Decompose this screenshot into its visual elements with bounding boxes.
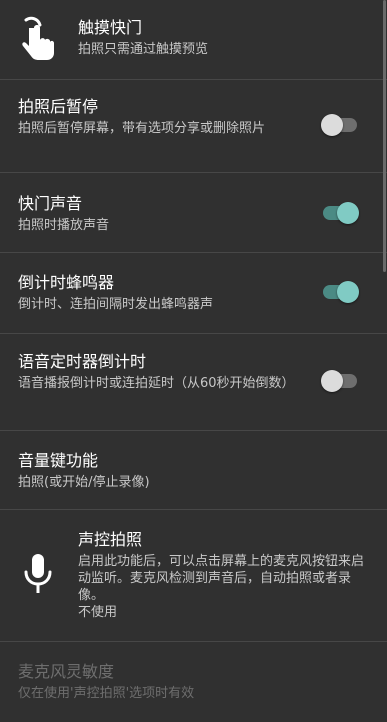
setting-pause-after-capture[interactable]: 拍照后暂停 拍照后暂停屏幕，带有选项分享或删除照片 bbox=[0, 80, 387, 173]
toggle-thumb bbox=[337, 202, 359, 224]
setting-touch-shutter[interactable]: 触摸快门 拍照只需通过触摸预览 bbox=[0, 0, 387, 80]
settings-list: 触摸快门 拍照只需通过触摸预览 拍照后暂停 拍照后暂停屏幕，带有选项分享或删除照… bbox=[0, 0, 387, 722]
setting-title: 语音定时器倒计时 bbox=[18, 352, 147, 371]
setting-countdown-beep[interactable]: 倒计时蜂鸣器 倒计时、连拍间隔时发出蜂鸣器声 bbox=[0, 253, 387, 334]
setting-title: 快门声音 bbox=[18, 194, 83, 213]
touch-hand-icon bbox=[18, 16, 62, 60]
setting-summary: 启用此功能后，可以点击屏幕上的麦克风按钮来启动监听。麦克风检测到声音后，自动拍照… bbox=[78, 554, 365, 603]
setting-summary: 拍照只需通过触摸预览 bbox=[78, 42, 209, 57]
setting-title: 倒计时蜂鸣器 bbox=[18, 273, 115, 292]
setting-title: 麦克风灵敏度 bbox=[18, 662, 115, 681]
setting-summary: 语音播报倒计时或连拍延时（从60秒开始倒数） bbox=[18, 376, 295, 391]
setting-title: 拍照后暂停 bbox=[18, 97, 99, 116]
microphone-icon bbox=[18, 552, 62, 596]
setting-mic-sensitivity: 麦克风灵敏度 仅在使用'声控拍照'选项时有效 bbox=[0, 642, 387, 722]
toggle-thumb bbox=[321, 370, 343, 392]
toggle-thumb bbox=[321, 114, 343, 136]
pause-after-capture-toggle[interactable] bbox=[321, 113, 359, 137]
setting-summary: 拍照后暂停屏幕，带有选项分享或删除照片 bbox=[18, 121, 266, 136]
setting-shutter-sound[interactable]: 快门声音 拍照时播放声音 bbox=[0, 173, 387, 253]
voice-countdown-toggle[interactable] bbox=[321, 369, 359, 393]
toggle-thumb bbox=[337, 281, 359, 303]
setting-summary: 拍照时播放声音 bbox=[18, 218, 110, 233]
setting-title: 音量键功能 bbox=[18, 451, 99, 470]
countdown-beep-toggle[interactable] bbox=[321, 280, 359, 304]
shutter-sound-toggle[interactable] bbox=[321, 201, 359, 225]
setting-summary: 拍照(或开始/停止录像) bbox=[18, 475, 150, 490]
setting-voice-countdown[interactable]: 语音定时器倒计时 语音播报倒计时或连拍延时（从60秒开始倒数） bbox=[0, 334, 387, 431]
scrollbar[interactable] bbox=[383, 0, 386, 272]
setting-value: 不使用 bbox=[78, 605, 118, 620]
setting-title: 触摸快门 bbox=[78, 18, 143, 37]
setting-title: 声控拍照 bbox=[78, 530, 143, 549]
setting-volume-keys[interactable]: 音量键功能 拍照(或开始/停止录像) bbox=[0, 431, 387, 510]
setting-summary: 倒计时、连拍间隔时发出蜂鸣器声 bbox=[18, 297, 214, 312]
setting-voice-control[interactable]: 声控拍照 启用此功能后，可以点击屏幕上的麦克风按钮来启动监听。麦克风检测到声音后… bbox=[0, 510, 387, 642]
